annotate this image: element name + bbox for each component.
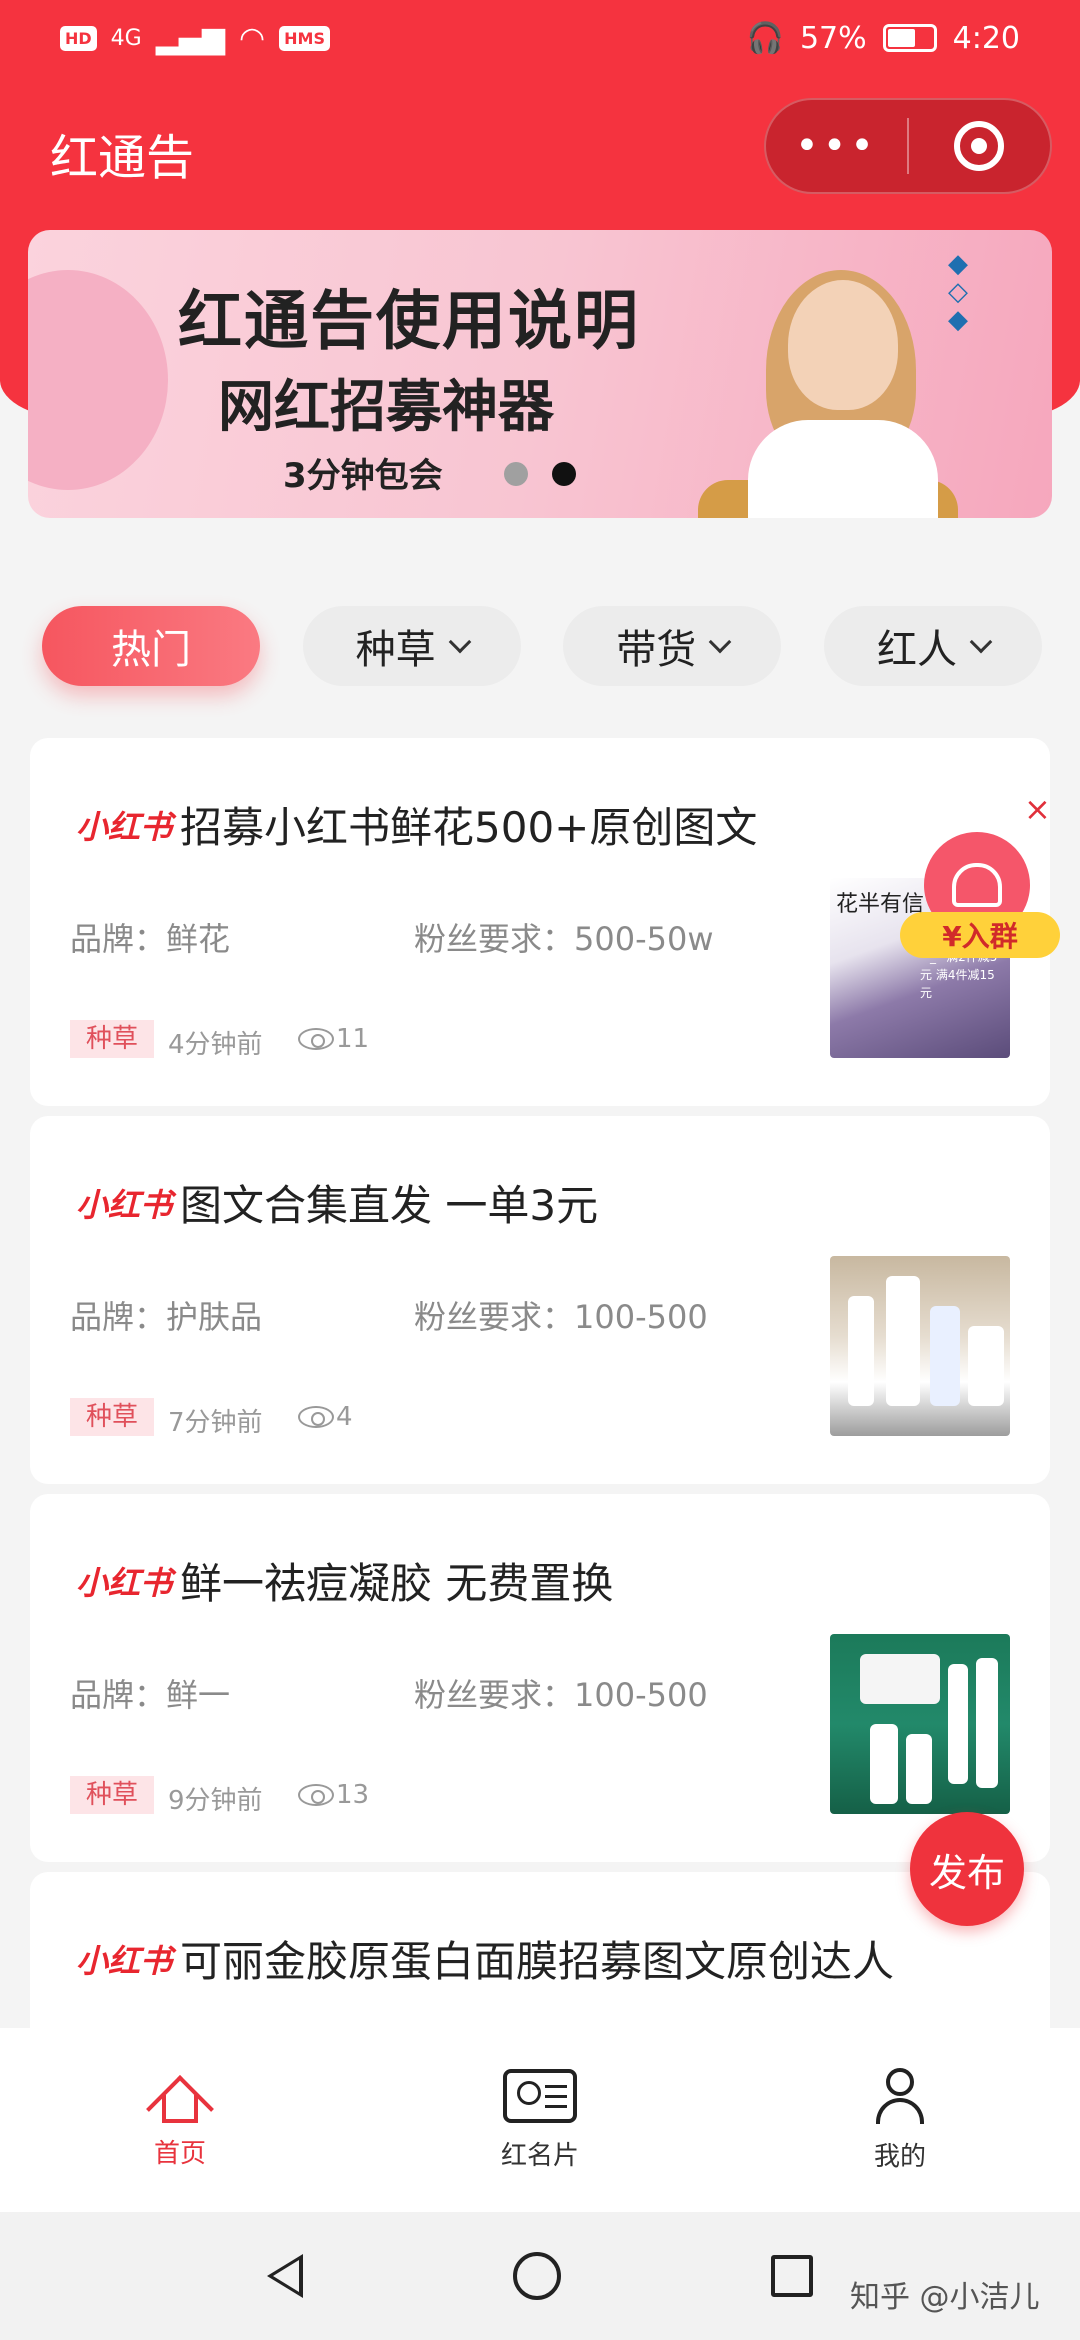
category-tag: 种草 [70,1398,155,1436]
home-icon [146,2071,214,2143]
xiaohongshu-logo: 小红书 [76,808,173,846]
banner-tagline: 3分钟包会 [283,456,443,496]
carousel-dot-2[interactable] [552,462,576,486]
publish-button[interactable]: 发布 [910,1812,1024,1926]
xiaohongshu-logo: 小红书 [76,1564,173,1602]
tabbar-business-card[interactable]: 红名片 [360,2028,720,2212]
tab-hot-label: 热门 [111,627,191,673]
more-options-button[interactable]: ••• [766,123,907,169]
target-icon [954,121,1005,171]
home-circle-icon[interactable] [513,2252,561,2300]
post-title: 可丽金胶原蛋白面膜招募图文原创达人 [180,1937,895,1986]
banner-title: 红通告使用说明 [178,285,640,359]
category-tabs: 热门 种草 带货 红人 [42,606,1042,686]
post-brand: 品牌：护肤品 [70,1298,263,1336]
carousel-dot-1[interactable] [504,462,528,486]
category-tag: 种草 [70,1020,155,1058]
tab-seeding-label: 种草 [355,627,436,673]
tab-influencer-label: 红人 [876,627,957,673]
tabbar-business-card-label: 红名片 [500,2140,579,2171]
profile-icon [872,2067,928,2124]
post-thumbnail [830,1256,1010,1436]
chevron-down-icon [448,630,471,654]
xiaohongshu-logo: 小红书 [76,1942,173,1980]
eye-icon [298,1784,334,1806]
tab-sales[interactable]: 带货 [563,606,782,686]
post-card[interactable]: 小红书 鲜一祛痘凝胶 无费置换 品牌：鲜一 粉丝要求：100-500 种草 9分… [30,1494,1050,1862]
tab-hot[interactable]: 热门 [42,606,260,686]
tabbar-home[interactable]: 首页 [0,2028,360,2212]
app-title: 红通告 [50,130,195,186]
post-fans-requirement: 粉丝要求：100-500 [414,1298,708,1336]
post-card[interactable]: 小红书 图文合集直发 一单3元 品牌：护肤品 粉丝要求：100-500 种草 7… [30,1116,1050,1484]
category-tag: 种草 [70,1776,155,1814]
id-card-icon [503,2068,577,2123]
diamond-decoration-icon: ◆ ◇ ◆ [948,249,968,335]
close-icon[interactable]: × [1024,790,1051,828]
post-brand: 品牌：鲜花 [70,920,231,958]
back-icon[interactable] [267,2254,303,2298]
headphones-icon: 🎧 [746,20,784,56]
post-card[interactable]: 小红书 招募小红书鲜花500+原创图文 品牌：鲜花 粉丝要求：500-50w 种… [30,738,1050,1106]
promo-banner[interactable]: 红通告使用说明 网红招募神器 3分钟包会 ◆ ◇ ◆ [28,230,1052,518]
recent-apps-icon[interactable] [771,2255,813,2297]
hms-icon: HMS [279,25,330,51]
battery-icon [882,24,937,52]
hd-icon: HD [60,25,97,51]
join-group-label[interactable]: ¥入群 [900,912,1060,958]
view-count: 11 [336,1024,370,1054]
post-time: 9分钟前 [168,1786,263,1816]
battery-percent: 57% [799,20,867,56]
thumbnail-text: 花半有信 [836,892,925,917]
tab-sales-label: 带货 [616,627,697,673]
view-count: 4 [336,1402,353,1432]
banner-subtitle: 网红招募神器 [218,375,554,440]
bottom-tab-bar: 首页 红名片 我的 [0,2028,1080,2212]
banner-model-image [698,270,958,518]
mini-program-capsule: ••• [764,98,1052,194]
chevron-down-icon [708,630,732,654]
tab-seeding[interactable]: 种草 [302,606,521,686]
post-time: 4分钟前 [168,1030,263,1060]
eye-icon [298,1028,334,1050]
view-count: 13 [336,1780,370,1810]
post-title: 招募小红书鲜花500+原创图文 [180,803,758,852]
signal-4g-icon: 4G [110,25,142,51]
watermark: 知乎 @小洁儿 [850,2280,1040,2315]
signal-bars-icon: ▂▄▆ [155,20,225,56]
close-mini-program-button[interactable] [909,121,1050,171]
wifi-icon: ◠ [238,20,266,56]
eye-icon [298,1406,334,1428]
post-title: 图文合集直发 一单3元 [180,1181,599,1230]
post-title: 鲜一祛痘凝胶 无费置换 [180,1559,614,1608]
tabbar-profile[interactable]: 我的 [720,2028,1080,2212]
group-icon [952,863,1002,907]
post-fans-requirement: 粉丝要求：500-50w [414,920,714,958]
post-brand: 品牌：鲜一 [70,1676,231,1714]
xiaohongshu-logo: 小红书 [76,1186,173,1224]
banner-decoration [28,270,168,490]
clock: 4:20 [952,20,1020,56]
status-bar: HD 4G ▂▄▆ ◠ HMS 🎧 57% 4:20 [0,0,1080,76]
tabbar-profile-label: 我的 [873,2141,926,2172]
post-thumbnail [830,1634,1010,1814]
tab-influencer[interactable]: 红人 [823,606,1042,686]
chevron-down-icon [969,630,993,654]
post-time: 7分钟前 [168,1408,263,1438]
post-fans-requirement: 粉丝要求：100-500 [414,1676,708,1714]
